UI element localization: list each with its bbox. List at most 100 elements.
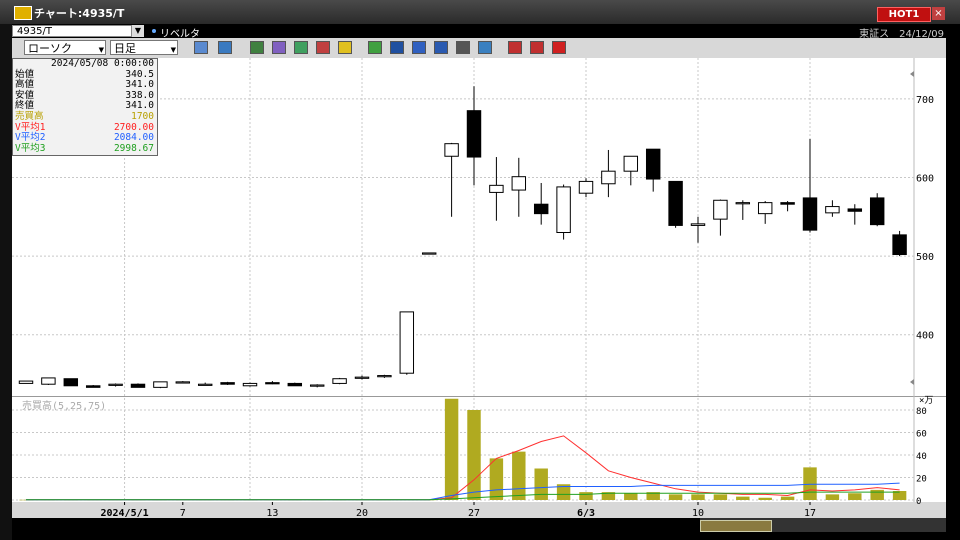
hot-button[interactable]: HOT1 xyxy=(877,7,931,22)
chart-type-value: ローソク xyxy=(28,42,72,55)
candle-body xyxy=(757,202,773,215)
candle-body xyxy=(668,180,683,226)
period-select[interactable]: 日足 ▼ xyxy=(110,40,178,55)
horizontal-scrollbar[interactable] xyxy=(700,518,946,532)
volume-bar xyxy=(848,493,862,500)
chevron-down-icon[interactable]: ▼ xyxy=(132,25,144,37)
scrollbar-thumb[interactable] xyxy=(700,520,772,532)
price-tick-label: 600 xyxy=(916,173,934,184)
pen-icon[interactable] xyxy=(368,41,382,54)
info-row: V平均3 2998.67 xyxy=(13,142,157,155)
candle-body xyxy=(735,202,751,205)
candle-body xyxy=(41,377,56,385)
candle-body xyxy=(690,223,706,226)
candle-body xyxy=(265,382,280,385)
cursor-icon[interactable] xyxy=(412,41,426,54)
candle-body xyxy=(130,383,146,388)
volume-bar xyxy=(467,410,481,500)
candle-body xyxy=(309,384,325,387)
candle-body xyxy=(511,176,527,191)
compare-icon[interactable] xyxy=(316,41,330,54)
candle xyxy=(18,380,34,384)
candle-body xyxy=(578,180,594,194)
candle-body xyxy=(354,376,370,379)
candle xyxy=(41,377,56,385)
x-tick-label: 6/3 xyxy=(577,508,595,518)
volume-tick-label: 80 xyxy=(916,407,927,417)
candle-body xyxy=(869,197,885,226)
alert-icon[interactable] xyxy=(338,41,352,54)
candle-body xyxy=(332,378,347,384)
zoom-out-icon[interactable] xyxy=(530,41,544,54)
price-tick-label: 700 xyxy=(916,95,934,106)
candle xyxy=(399,311,415,375)
indicator-icon[interactable] xyxy=(250,41,264,54)
volume-bar xyxy=(444,398,459,500)
candle-body xyxy=(847,208,863,212)
arrow-icon[interactable] xyxy=(434,41,448,54)
volume-bar xyxy=(624,493,638,500)
candle-body xyxy=(421,252,437,255)
info-date: 2024/05/08 0:00:00 xyxy=(51,58,154,69)
zoom-in-icon[interactable] xyxy=(508,41,522,54)
chevron-down-icon: ▼ xyxy=(98,46,104,54)
close-button[interactable]: × xyxy=(932,7,945,20)
x-tick-label: 13 xyxy=(266,508,278,518)
candle-body xyxy=(399,311,415,374)
title-bar: チャート:4935/T HOT1 × xyxy=(0,0,960,24)
volume-tick-label: 40 xyxy=(916,452,927,462)
price-tick-label: 500 xyxy=(916,252,934,263)
candle xyxy=(242,382,258,387)
ohlc-info-panel: 2024/05/08 0:00:00 始値 340.5 高値 341.0 安値 338.0… xyxy=(12,58,158,156)
symbol-code-input[interactable]: 4935/T xyxy=(12,25,132,37)
show-all-icon[interactable] xyxy=(552,41,566,54)
info-value: 1700 xyxy=(131,110,154,122)
candle xyxy=(892,230,907,257)
candle xyxy=(421,252,437,255)
candle-body xyxy=(85,385,101,388)
grid-icon[interactable] xyxy=(294,41,308,54)
volume-bar xyxy=(736,496,750,500)
candle xyxy=(85,384,101,388)
x-tick-label: 10 xyxy=(692,508,704,518)
chevron-down-icon: ▼ xyxy=(170,46,176,54)
save-icon[interactable] xyxy=(478,41,492,54)
candle-body xyxy=(220,382,235,385)
candle xyxy=(175,381,191,384)
volume-bar xyxy=(691,494,705,500)
x-tick-label: 20 xyxy=(356,508,368,518)
x-tick-label: 2024/5/1 xyxy=(100,508,148,518)
volume-tick-label: 60 xyxy=(916,430,927,440)
volume-bar xyxy=(870,489,884,500)
volume-bar xyxy=(512,451,526,500)
candle-body xyxy=(601,170,616,185)
candle-body xyxy=(18,380,34,384)
period-value: 日足 xyxy=(114,42,136,55)
volume-title: 売買高(5,25,75) xyxy=(22,399,106,412)
candle-body xyxy=(153,381,168,388)
volume-bar xyxy=(668,494,683,500)
volume-tick-label: 0 xyxy=(916,497,921,507)
volume-bar xyxy=(803,467,817,500)
print-icon[interactable] xyxy=(456,41,470,54)
candle xyxy=(332,377,347,385)
x-tick-label: 17 xyxy=(804,508,816,518)
window-icon[interactable] xyxy=(218,41,232,54)
volume-bar xyxy=(489,458,504,500)
candle-body xyxy=(175,381,191,384)
candle-body xyxy=(713,199,728,220)
candle xyxy=(220,381,235,385)
trendline-icon[interactable] xyxy=(390,41,404,54)
candle xyxy=(869,193,885,227)
candle-body xyxy=(489,184,504,193)
candle-body xyxy=(556,186,571,234)
candle-body xyxy=(802,197,818,231)
volume-unit-label: ×万 xyxy=(919,396,933,406)
chart-type-select[interactable]: ローソク ▼ xyxy=(24,40,106,55)
zoom-icon[interactable] xyxy=(194,41,208,54)
volume-tick-label: 20 xyxy=(916,475,927,485)
info-value: 2998.67 xyxy=(113,142,154,154)
x-tick-label: 7 xyxy=(180,508,186,518)
search-icon[interactable] xyxy=(272,41,286,54)
candle-body xyxy=(623,155,639,172)
